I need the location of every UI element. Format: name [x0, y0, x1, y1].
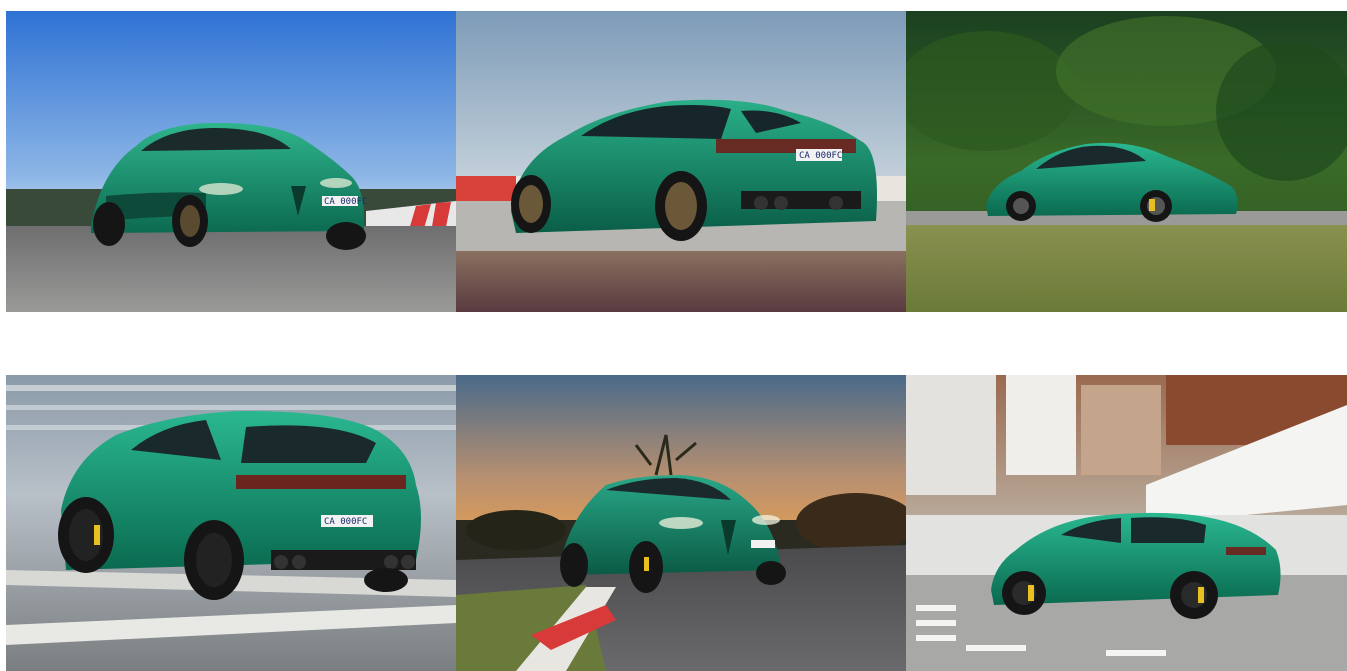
gallery-photo-6[interactable]	[906, 375, 1347, 671]
gallery-photo-2[interactable]: CA 000FC	[456, 11, 906, 312]
photo-gallery: CA 000FC CA 000FC CA 000FC	[0, 0, 1347, 671]
license-plate-4: CA 000FC	[324, 517, 367, 527]
suv-sunset-photo	[456, 375, 906, 671]
sedan-side-photo	[906, 11, 1347, 312]
license-plate-1: CA 000FC	[324, 197, 367, 207]
gallery-photo-3[interactable]	[906, 11, 1347, 312]
gallery-photo-1[interactable]: CA 000FC	[6, 11, 456, 312]
gallery-photo-5[interactable]	[456, 375, 906, 671]
suv-rear-photo: CA 000FC	[6, 375, 456, 671]
license-plate-2: CA 000FC	[799, 151, 842, 161]
gallery-photo-4[interactable]: CA 000FC	[6, 375, 456, 671]
sedan-rear-photo: CA 000FC	[456, 11, 906, 312]
sedan-front-photo: CA 000FC	[6, 11, 456, 312]
suv-city-photo	[906, 375, 1347, 671]
